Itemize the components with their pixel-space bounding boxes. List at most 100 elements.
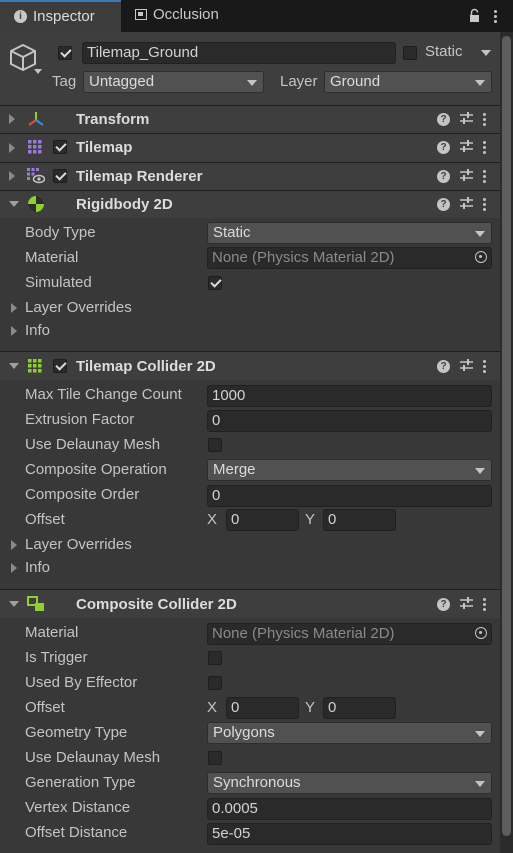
component-menu-icon[interactable]	[483, 170, 486, 183]
tab-occlusion[interactable]: Occlusion	[121, 0, 251, 32]
use-delaunay-checkbox[interactable]	[208, 438, 222, 452]
composite-order-field[interactable]: 0	[207, 485, 492, 507]
material-label: Material	[25, 249, 79, 266]
use-delaunay-checkbox[interactable]	[208, 751, 222, 765]
component-tools: ?	[437, 358, 486, 375]
offset-y-label: Y	[305, 511, 316, 528]
tilemap-collider-enabled-checkbox[interactable]	[53, 359, 67, 373]
layer-overrides-label[interactable]: Layer Overrides	[25, 536, 132, 553]
static-checkbox[interactable]	[403, 46, 417, 60]
material-field[interactable]: None (Physics Material 2D)	[207, 247, 492, 269]
chevron-down-icon	[475, 468, 485, 474]
foldout-arrow-icon[interactable]	[9, 114, 15, 124]
vertex-distance-field[interactable]: 0.0005	[207, 798, 492, 820]
inspector-scrollbar[interactable]	[500, 32, 513, 853]
offset-distance-label: Offset Distance	[25, 824, 128, 841]
presets-icon[interactable]	[460, 139, 473, 156]
component-tilemap-renderer[interactable]: Tilemap Renderer ?	[0, 162, 500, 190]
object-name-field[interactable]: Tilemap_Ground	[82, 42, 396, 64]
use-delaunay-label: Use Delaunay Mesh	[25, 749, 161, 766]
offset-x-field[interactable]: 0	[226, 697, 299, 719]
layer-dropdown[interactable]: Ground	[324, 71, 492, 93]
help-icon[interactable]: ?	[437, 598, 450, 611]
object-picker-icon[interactable]	[475, 627, 487, 639]
lock-icon[interactable]	[469, 8, 480, 24]
foldout-arrow-icon[interactable]	[9, 363, 19, 369]
component-menu-icon[interactable]	[483, 198, 486, 211]
presets-icon[interactable]	[460, 596, 473, 613]
tab-occlusion-label: Occlusion	[153, 6, 219, 23]
info-foldout-icon[interactable]	[11, 326, 17, 336]
tilemap-enabled-checkbox[interactable]	[53, 140, 67, 154]
foldout-arrow-icon[interactable]	[9, 143, 15, 153]
scrollbar-thumb[interactable]	[502, 36, 511, 836]
offset-label: Offset	[25, 699, 65, 716]
geometry-type-label: Geometry Type	[25, 724, 128, 741]
tab-inspector-label: Inspector	[33, 8, 95, 25]
info-foldout-icon[interactable]	[11, 563, 17, 573]
presets-icon[interactable]	[460, 168, 473, 185]
generation-type-dropdown[interactable]: Synchronous	[207, 772, 492, 794]
transform-icon	[27, 110, 45, 132]
extrusion-factor-field[interactable]: 0	[207, 410, 492, 432]
component-menu-icon[interactable]	[483, 141, 486, 154]
extrusion-factor-label: Extrusion Factor	[25, 411, 135, 428]
used-by-effector-checkbox[interactable]	[208, 676, 222, 690]
info-label[interactable]: Info	[25, 322, 50, 339]
offset-x-field[interactable]: 0	[226, 509, 299, 531]
component-composite-collider-2d[interactable]: Composite Collider 2D ?	[0, 589, 500, 618]
component-tilemap[interactable]: Tilemap ?	[0, 133, 500, 162]
help-icon[interactable]: ?	[437, 198, 450, 211]
component-tools: ?	[437, 111, 486, 128]
offset-y-field[interactable]: 0	[323, 509, 396, 531]
foldout-arrow-icon[interactable]	[9, 601, 19, 607]
component-tools: ?	[437, 139, 486, 156]
tab-menu-icon[interactable]	[494, 10, 497, 23]
info-icon: i	[14, 10, 27, 23]
composite-operation-dropdown[interactable]: Merge	[207, 459, 492, 481]
active-checkbox[interactable]	[58, 46, 72, 60]
layer-overrides-foldout-icon[interactable]	[11, 303, 17, 313]
chevron-down-icon	[247, 80, 257, 86]
component-tilemap-collider-2d[interactable]: Tilemap Collider 2D ?	[0, 351, 500, 380]
tab-inspector[interactable]: i Inspector	[0, 0, 121, 32]
component-rigidbody-2d[interactable]: Rigidbody 2D ?	[0, 190, 500, 218]
component-menu-icon[interactable]	[483, 113, 486, 126]
occlusion-icon	[135, 9, 147, 20]
component-transform[interactable]: Transform ?	[0, 105, 500, 133]
help-icon[interactable]: ?	[437, 141, 450, 154]
object-picker-icon[interactable]	[475, 251, 487, 263]
body-type-dropdown[interactable]: Static	[207, 222, 492, 244]
geometry-type-dropdown[interactable]: Polygons	[207, 722, 492, 744]
component-name: Transform	[76, 111, 150, 128]
chevron-down-icon	[475, 731, 485, 737]
is-trigger-checkbox[interactable]	[208, 651, 222, 665]
tag-value: Untagged	[89, 73, 155, 90]
icon-dropdown-arrow-icon[interactable]	[34, 69, 42, 74]
component-menu-icon[interactable]	[483, 598, 486, 611]
component-tools: ?	[437, 196, 486, 213]
presets-icon[interactable]	[460, 196, 473, 213]
composite-collider-icon	[27, 596, 45, 616]
static-dropdown-arrow-icon[interactable]	[481, 50, 491, 56]
material-field[interactable]: None (Physics Material 2D)	[207, 623, 492, 645]
presets-icon[interactable]	[460, 111, 473, 128]
component-menu-icon[interactable]	[483, 360, 486, 373]
info-label[interactable]: Info	[25, 559, 50, 576]
layer-overrides-label[interactable]: Layer Overrides	[25, 299, 132, 316]
presets-icon[interactable]	[460, 358, 473, 375]
tag-label: Tag	[52, 73, 77, 90]
tag-dropdown[interactable]: Untagged	[83, 71, 264, 93]
help-icon[interactable]: ?	[437, 360, 450, 373]
help-icon[interactable]: ?	[437, 170, 450, 183]
component-name: Composite Collider 2D	[76, 596, 237, 613]
offset-y-field[interactable]: 0	[323, 697, 396, 719]
foldout-arrow-icon[interactable]	[9, 201, 19, 207]
offset-distance-field[interactable]: 5e-05	[207, 823, 492, 845]
tilemap-renderer-enabled-checkbox[interactable]	[53, 169, 67, 183]
layer-overrides-foldout-icon[interactable]	[11, 540, 17, 550]
foldout-arrow-icon[interactable]	[9, 171, 15, 181]
help-icon[interactable]: ?	[437, 113, 450, 126]
max-tile-change-field[interactable]: 1000	[207, 385, 492, 407]
simulated-checkbox[interactable]	[208, 276, 222, 290]
